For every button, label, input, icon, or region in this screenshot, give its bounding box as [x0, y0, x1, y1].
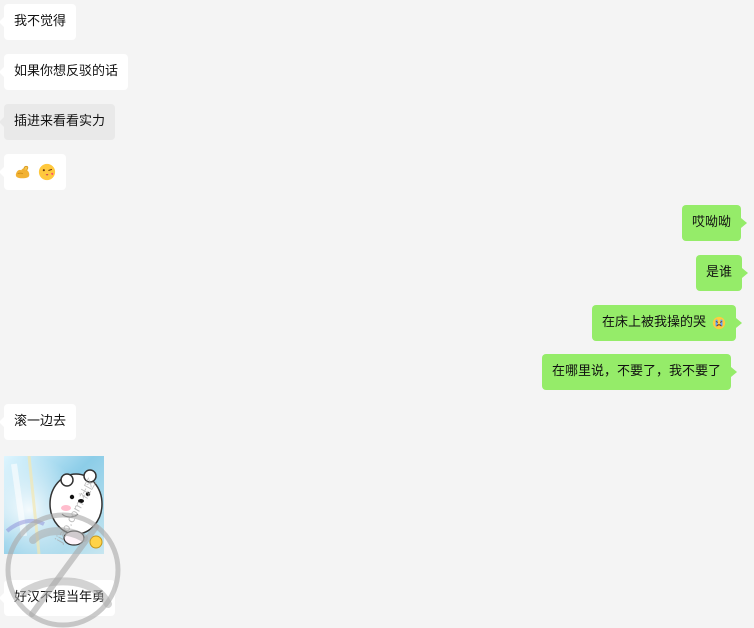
message-bubble[interactable]: 是谁 — [696, 255, 749, 291]
message-bubble[interactable]: 哎呦呦 — [682, 205, 748, 241]
message-bubble[interactable]: 如果你想反驳的话 — [0, 54, 129, 90]
message-text: 好汉不提当年勇 — [14, 590, 106, 605]
message-bubble[interactable]: 滚一边去 — [0, 404, 77, 440]
message-left: 好汉不提当年勇 — [0, 580, 116, 616]
message-text: 插进来看看实力 — [14, 114, 106, 129]
message-bubble[interactable]: 在床上被我操的哭 — [592, 305, 743, 341]
message-right: 哎呦呦 — [682, 205, 748, 241]
kiss-icon — [39, 163, 56, 180]
message-right: 在哪里说，不要了，我不要了 — [542, 354, 738, 390]
cry-icon — [712, 316, 726, 329]
message-right: 在床上被我操的哭 — [592, 305, 743, 341]
message-bubble[interactable]: 我不觉得 — [0, 4, 77, 40]
message-text: 是谁 — [706, 265, 733, 280]
message-bubble[interactable]: 插进来看看实力 — [0, 104, 116, 140]
message-text: 在床上被我操的哭 — [602, 315, 707, 330]
message-left: 我不觉得 — [0, 4, 77, 40]
message-text: 哎呦呦 — [692, 215, 732, 230]
flex-icon — [15, 165, 30, 178]
chat-history: 我不觉得 如果你想反驳的话 插进来看看实力 哎呦呦 是谁 在床上被我操的哭 在哪… — [0, 0, 754, 628]
message-text: 在哪里说，不要了，我不要了 — [552, 364, 722, 379]
message-right: 是谁 — [696, 255, 749, 291]
message-left: 插进来看看实力 — [0, 104, 116, 140]
message-text: 我不觉得 — [14, 14, 67, 29]
message-bubble[interactable] — [0, 154, 67, 190]
message-left: 如果你想反驳的话 — [0, 54, 129, 90]
message-text: 滚一边去 — [14, 414, 67, 429]
message-left — [0, 154, 67, 190]
message-bubble[interactable]: 好汉不提当年勇 — [0, 580, 116, 616]
message-text: 如果你想反驳的话 — [14, 64, 119, 79]
message-left: 滚一边去 — [0, 404, 77, 440]
message-bubble[interactable]: 在哪里说，不要了，我不要了 — [542, 354, 738, 390]
